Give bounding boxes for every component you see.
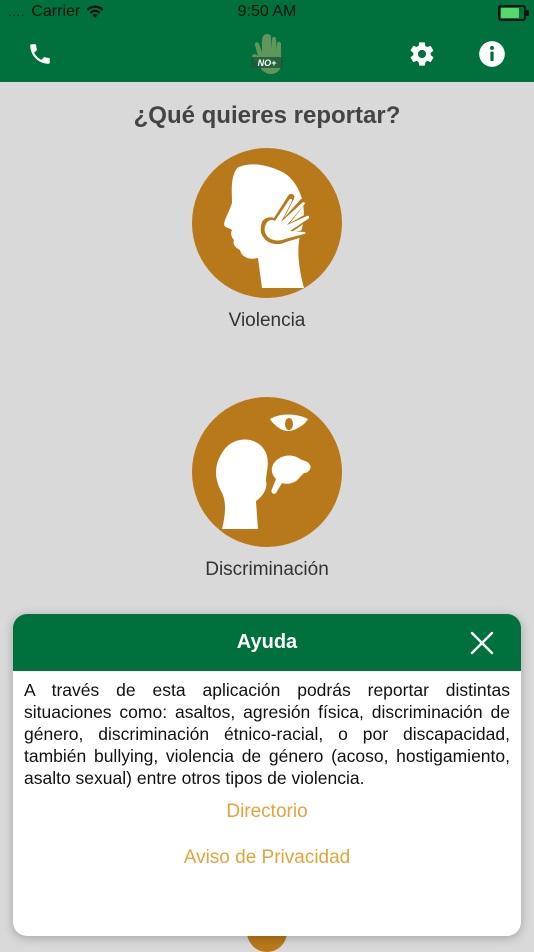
category-label: Violencia — [228, 310, 306, 331]
info-icon — [479, 41, 505, 67]
category-violencia[interactable]: Violencia — [167, 148, 367, 332]
info-button[interactable] — [476, 38, 508, 70]
status-time: 9:50 AM — [237, 3, 297, 20]
close-icon[interactable] — [469, 630, 495, 656]
logo-text: NO+ — [258, 58, 278, 68]
modal-title: Ayuda — [236, 631, 298, 653]
nav-bar: NO+ — [0, 26, 534, 82]
discrimination-icon — [192, 397, 342, 547]
privacy-link[interactable]: Aviso de Privacidad — [13, 847, 521, 869]
app-logo: NO+ — [251, 34, 283, 74]
category-label: Discriminación — [205, 559, 329, 580]
category-discriminacion[interactable]: Discriminación — [167, 397, 367, 581]
directorio-link[interactable]: Directorio — [13, 801, 521, 823]
help-modal: Ayuda A través de esta aplicación podrás… — [13, 614, 521, 936]
battery-icon — [498, 5, 529, 21]
status-bar: .... Carrier 9:50 AM — [0, 0, 534, 26]
settings-button[interactable] — [406, 38, 438, 70]
gear-icon — [410, 42, 434, 66]
modal-header: Ayuda — [13, 614, 521, 671]
violence-icon — [192, 148, 342, 298]
phone-button[interactable] — [24, 38, 56, 70]
page-title: ¿Qué quieres reportar? — [133, 102, 401, 129]
modal-body-text: A través de esta aplicación podrás repor… — [24, 680, 510, 788]
phone-icon — [30, 44, 50, 64]
